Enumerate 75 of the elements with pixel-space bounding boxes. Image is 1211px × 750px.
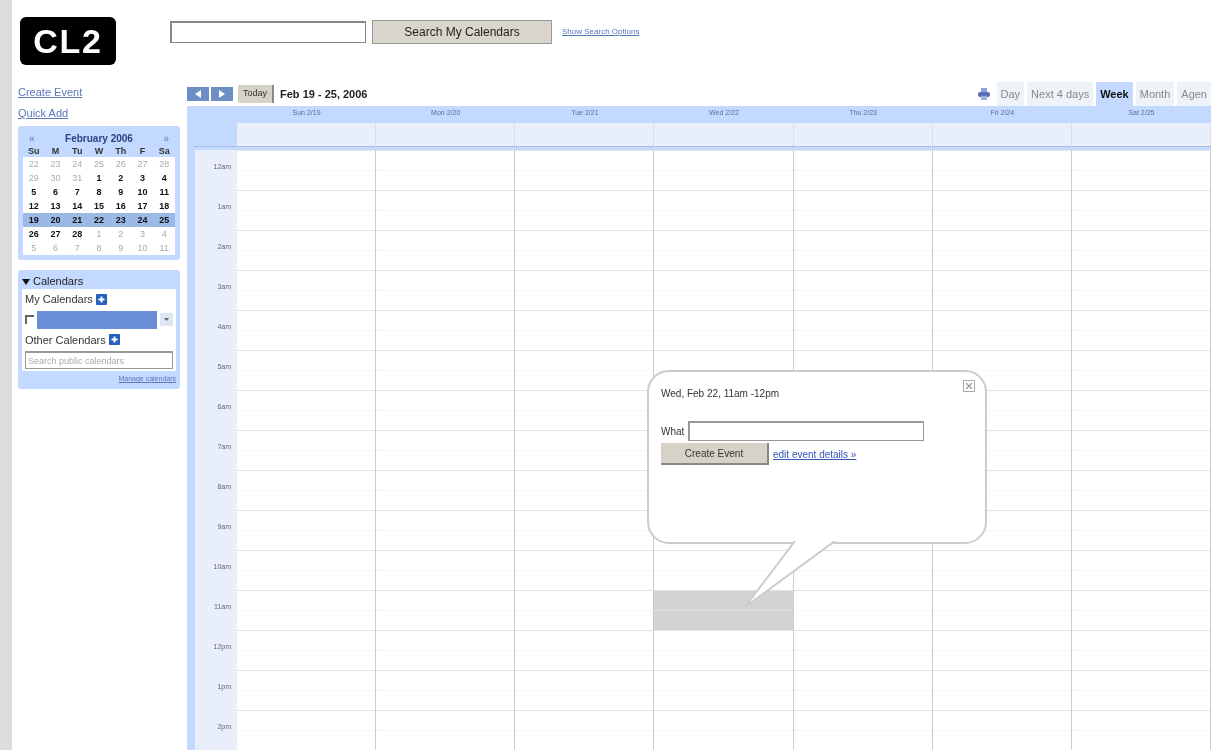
right-triangle-icon <box>219 90 225 98</box>
left-triangle-icon <box>195 90 201 98</box>
calendar-color-bar[interactable] <box>37 310 157 329</box>
all-day-cell[interactable] <box>793 123 933 146</box>
dropdown-icon[interactable] <box>160 313 173 326</box>
day-number[interactable]: 13 <box>44 199 67 213</box>
weekday-label: Th <box>114 145 128 158</box>
today-button[interactable]: Today <box>238 85 275 103</box>
calendars-heading: Calendars <box>33 274 84 290</box>
search-field[interactable] <box>170 21 366 43</box>
weekday-label: Sa <box>157 145 171 158</box>
day-number[interactable]: 21 <box>66 213 89 227</box>
what-label: What <box>661 424 685 439</box>
show-search-options-link[interactable]: Show Search Options <box>562 26 640 38</box>
sidebar-link[interactable]: Create Event <box>18 82 180 103</box>
previous-week-button[interactable] <box>187 87 209 101</box>
day-number[interactable]: 28 <box>66 227 89 241</box>
day-number[interactable]: 5 <box>23 185 45 199</box>
day-number[interactable]: 24 <box>131 213 154 227</box>
day-number[interactable]: 14 <box>66 199 89 213</box>
day-number[interactable]: 17 <box>131 199 154 213</box>
month-title: February 2006 <box>65 131 133 146</box>
view-tab[interactable]: Week <box>1096 82 1133 106</box>
all-day-cell[interactable] <box>932 123 1072 146</box>
all-day-cell[interactable] <box>515 123 655 146</box>
close-icon[interactable] <box>963 380 975 392</box>
day-number[interactable]: 12 <box>23 199 45 213</box>
popup-title: Wed, Feb 22, 11am -12pm <box>661 387 781 401</box>
date-range: Feb 19 - 25, 2006 <box>280 86 368 102</box>
day-number[interactable]: 19 <box>23 213 45 227</box>
all-day-cell[interactable] <box>654 123 794 146</box>
day-number[interactable]: 8 <box>88 185 110 199</box>
day-number[interactable]: 10 <box>131 185 154 199</box>
weekday-label: W <box>93 145 105 158</box>
search-button[interactable]: Search My Calendars <box>372 20 552 44</box>
day-number[interactable]: 3 <box>131 171 154 185</box>
next-week-button[interactable] <box>211 87 233 101</box>
other-calendars-label: Other Calendars <box>25 332 106 348</box>
weekday-label: F <box>138 145 147 158</box>
all-day-cell[interactable] <box>1071 123 1211 146</box>
day-number[interactable]: 16 <box>109 199 132 213</box>
all-day-cell[interactable] <box>237 123 377 146</box>
day-number[interactable]: 22 <box>88 213 110 227</box>
all-day-cell[interactable] <box>376 123 516 146</box>
selected-time-slot[interactable] <box>654 590 793 630</box>
public-calendar-search-field[interactable]: Search public calendars <box>25 351 173 369</box>
printer-icon[interactable] <box>977 88 990 100</box>
day-number[interactable]: 23 <box>109 213 132 227</box>
day-number[interactable]: 20 <box>44 213 67 227</box>
add-icon[interactable] <box>108 334 120 346</box>
day-number[interactable]: 4 <box>153 171 175 185</box>
weekday-label: Su <box>27 145 41 158</box>
day-number[interactable]: 25 <box>153 213 175 227</box>
day-number[interactable]: 1 <box>88 171 110 185</box>
create-event-button[interactable]: Create Event <box>661 443 769 465</box>
triangle-icon[interactable] <box>22 277 30 286</box>
day-number[interactable]: 27 <box>44 227 67 241</box>
day-number[interactable]: 6 <box>44 185 67 199</box>
calendar-checkbox[interactable] <box>25 315 34 324</box>
week-row[interactable]: 19 20 21 22 23 24 25 <box>23 213 175 227</box>
my-calendars-label: My Calendars <box>25 292 93 307</box>
weekday-label: Tu <box>71 145 84 158</box>
sidebar-link[interactable]: Quick Add <box>18 103 180 124</box>
add-icon[interactable] <box>95 293 107 305</box>
logo: CL2 <box>20 17 116 65</box>
edit-event-details-link[interactable]: edit event details » <box>773 446 857 462</box>
what-field[interactable] <box>688 421 925 441</box>
day-number[interactable]: 9 <box>109 185 132 199</box>
day-number[interactable]: 7 <box>66 185 89 199</box>
day-number[interactable]: 11 <box>153 185 175 199</box>
day-number[interactable]: 2 <box>109 171 132 185</box>
weekday-label: M <box>50 145 61 158</box>
day-number[interactable]: 18 <box>153 199 175 213</box>
day-number[interactable]: 15 <box>88 199 110 213</box>
day-number[interactable]: 26 <box>23 227 45 241</box>
